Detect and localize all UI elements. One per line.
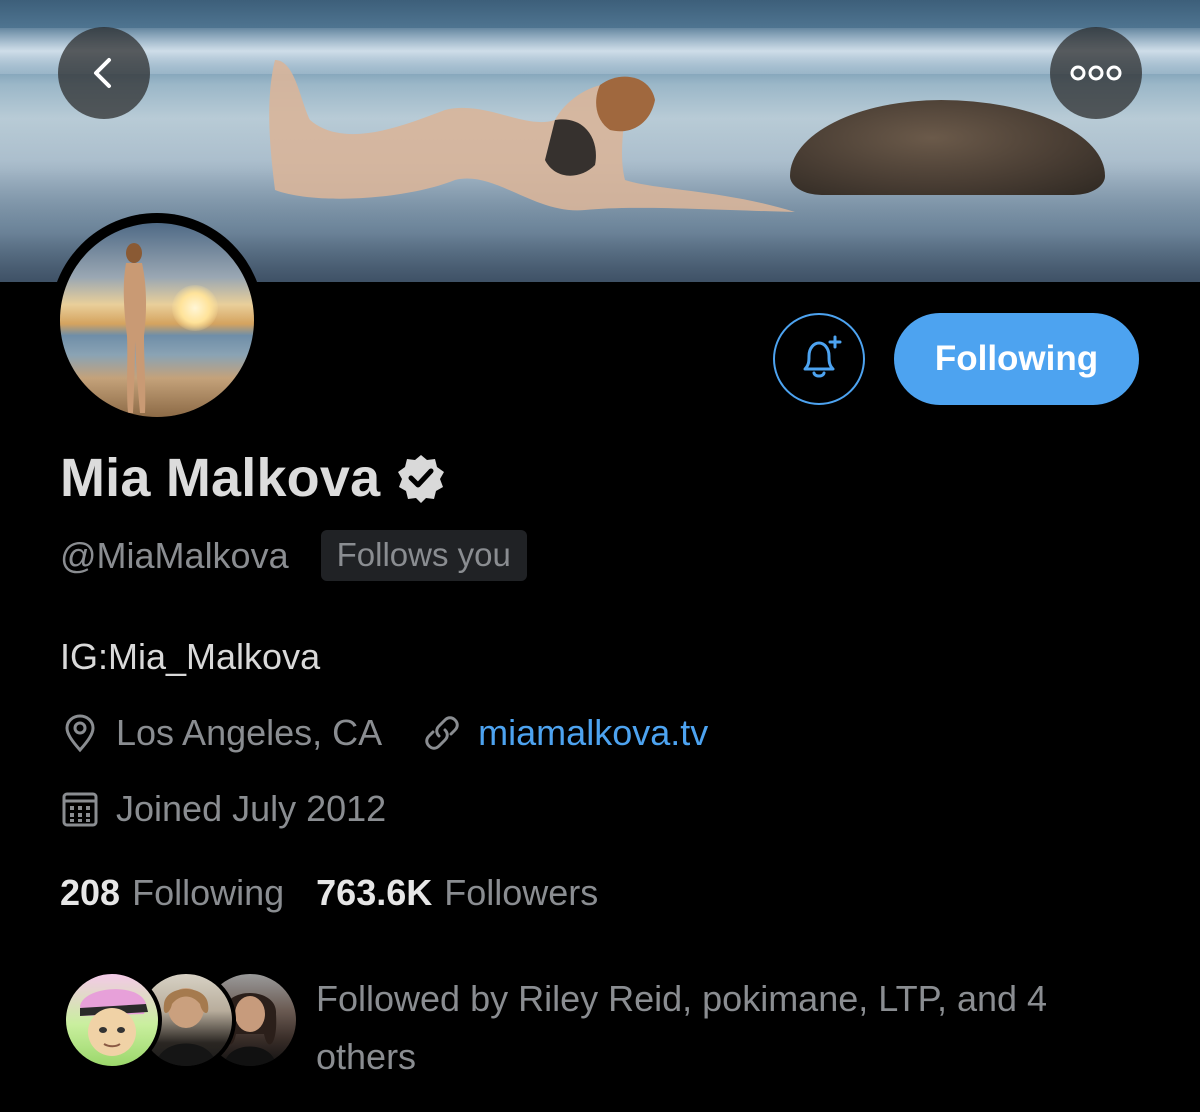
profile-stats: 208 Following 763.6K Followers <box>60 872 598 914</box>
profile-location: Los Angeles, CA <box>116 712 383 753</box>
avatar-photo <box>60 223 254 417</box>
link-icon <box>425 716 459 750</box>
followers-count: 763.6K <box>316 872 433 913</box>
more-options-button[interactable] <box>1050 27 1142 119</box>
profile-bio: IG:Mia_Malkova <box>60 636 321 677</box>
following-button[interactable]: Following <box>894 313 1139 405</box>
verified-badge-icon <box>398 455 445 503</box>
profile-website-link[interactable]: miamalkova.tv <box>478 712 708 754</box>
avatar-person <box>123 243 147 413</box>
user-handle: @MiaMalkova <box>60 534 289 576</box>
profile-joined-date: Joined July 2012 <box>116 788 387 829</box>
more-horizontal-icon <box>1070 65 1122 81</box>
avatar-sun <box>172 285 218 331</box>
follows-you-badge: Follows you <box>320 530 527 581</box>
calendar-icon <box>62 792 98 827</box>
following-stat[interactable]: 208 Following <box>60 872 284 914</box>
banner-rock <box>790 100 1105 195</box>
bell-plus-icon <box>803 335 842 378</box>
notifications-button[interactable] <box>773 313 865 405</box>
profile-avatar[interactable] <box>50 213 264 427</box>
followers-you-know[interactable]: Followed by Riley Reid, pokimane, LTP, a… <box>60 970 1160 1080</box>
followers-stat[interactable]: 763.6K Followers <box>316 872 598 914</box>
profile-meta-row: Los Angeles, CA miamalkova.tv <box>60 712 708 754</box>
mutual-avatar <box>62 970 162 1070</box>
display-name: Mia Malkova <box>60 448 381 508</box>
handle-row: @MiaMalkova Follows you <box>60 530 527 581</box>
name-row: Mia Malkova <box>60 447 446 509</box>
back-button[interactable] <box>58 27 150 119</box>
followed-by-text: Followed by Riley Reid, pokimane, LTP, a… <box>316 978 1048 1077</box>
profile-joined-row: Joined July 2012 <box>60 788 386 830</box>
location-pin-icon <box>65 714 95 753</box>
followers-stat-label: Followers <box>444 872 599 913</box>
mutual-avatar-cartoon <box>80 989 148 1056</box>
banner-figure <box>269 60 795 212</box>
following-stat-label: Following <box>132 872 285 913</box>
chevron-left-icon <box>94 58 111 88</box>
following-count: 208 <box>60 872 121 913</box>
